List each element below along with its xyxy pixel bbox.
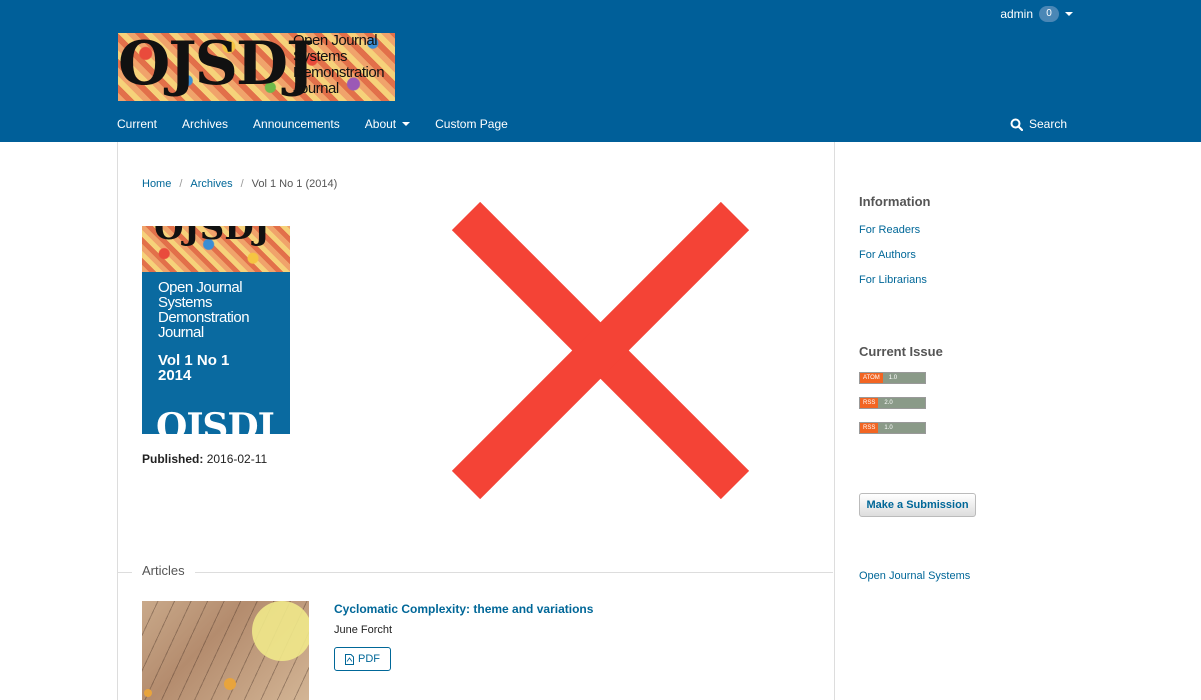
file-pdf-icon <box>345 653 354 665</box>
breadcrumb: Home / Archives / Vol 1 No 1 (2014) <box>142 178 337 190</box>
logo-text-line: Journal <box>293 80 339 97</box>
for-readers-link[interactable]: For Readers <box>859 224 920 236</box>
map-highlight <box>252 601 309 661</box>
pdf-label: PDF <box>358 653 380 665</box>
rss2-feed-link[interactable]: RSS 2.0 <box>859 397 926 409</box>
cover-volume: Vol 1 No 1 2014 <box>158 353 229 383</box>
search-label: Search <box>1028 117 1067 131</box>
information-heading: Information <box>859 194 931 209</box>
nav-item-about[interactable]: About <box>364 117 411 131</box>
logo-mark: OJSDJ <box>118 33 314 99</box>
main-navigation: Current Archives Announcements About Cus… <box>117 117 508 131</box>
breadcrumb-separator: / <box>179 178 183 190</box>
search-link[interactable]: Search <box>1010 117 1067 131</box>
published-info: Published: 2016-02-11 <box>142 452 267 466</box>
cover-top-mark: OJSDJ <box>154 226 270 248</box>
map-marker <box>144 689 152 697</box>
article-cover-image[interactable] <box>142 601 309 700</box>
close-x-overlay-icon <box>452 202 749 499</box>
breadcrumb-archives[interactable]: Archives <box>190 178 232 190</box>
logo-text-line: Demonstration <box>293 64 385 81</box>
chevron-down-icon[interactable] <box>1065 12 1073 16</box>
feed-version: 2.0 <box>878 398 925 408</box>
logo-text: Open Journal Systems Demonstration Journ… <box>293 33 385 97</box>
cover-volume-line: Vol 1 No 1 <box>158 352 230 369</box>
published-date: 2016-02-11 <box>206 452 268 466</box>
rss1-feed-link[interactable]: RSS 1.0 <box>859 422 926 434</box>
cover-title-line: Demonstration <box>158 309 250 326</box>
feed-version: 1.0 <box>882 373 925 383</box>
cover-bottom-mark: OJSDJ <box>156 406 275 434</box>
user-menu[interactable]: admin 0 <box>1000 6 1073 22</box>
feed-type: RSS <box>860 423 879 433</box>
feed-version: 1.0 <box>878 423 925 433</box>
for-librarians-link[interactable]: For Librarians <box>859 274 927 286</box>
logo-text-line: Open Journal <box>293 33 378 49</box>
cover-title-line: Systems <box>158 294 213 311</box>
feed-type: RSS <box>860 398 879 408</box>
article-author: June Forcht <box>334 624 393 636</box>
cover-title-line: Journal <box>158 324 204 341</box>
cover-title-line: Open Journal <box>158 279 243 296</box>
nav-item-archives[interactable]: Archives <box>182 117 228 131</box>
nav-item-current[interactable]: Current <box>117 117 157 131</box>
issue-cover-image[interactable]: OJSDJ Open Journal Systems Demonstration… <box>142 226 290 434</box>
breadcrumb-separator: / <box>240 178 244 190</box>
pdf-galley-button[interactable]: PDF <box>334 647 391 671</box>
current-issue-heading: Current Issue <box>859 344 943 359</box>
breadcrumb-current: Vol 1 No 1 (2014) <box>251 178 338 190</box>
nav-item-about-label: About <box>364 117 397 131</box>
journal-logo[interactable]: OJSDJ Open Journal Systems Demonstration… <box>118 33 395 101</box>
open-journal-systems-link[interactable]: Open Journal Systems <box>859 570 970 582</box>
section-divider <box>117 572 833 573</box>
nav-item-custom-page[interactable]: Custom Page <box>435 117 508 131</box>
notification-badge[interactable]: 0 <box>1039 6 1059 22</box>
map-marker <box>224 678 236 690</box>
article-title-link[interactable]: Cyclomatic Complexity: theme and variati… <box>334 602 593 616</box>
breadcrumb-home[interactable]: Home <box>142 178 171 190</box>
chevron-down-icon <box>402 122 411 126</box>
cover-volume-line: 2014 <box>158 367 192 384</box>
make-submission-button[interactable]: Make a Submission <box>859 493 976 517</box>
username[interactable]: admin <box>1000 7 1033 21</box>
for-authors-link[interactable]: For Authors <box>859 249 916 261</box>
site-header: admin 0 OJSDJ Open Journal Systems Demon… <box>0 0 1201 142</box>
logo-text-line: Systems <box>293 48 348 65</box>
published-label: Published: <box>142 452 204 466</box>
articles-section-heading: Articles <box>132 563 195 578</box>
nav-item-announcements[interactable]: Announcements <box>253 117 340 131</box>
atom-feed-link[interactable]: ATOM 1.0 <box>859 372 926 384</box>
cover-pattern: OJSDJ <box>142 226 290 272</box>
search-icon <box>1010 118 1023 131</box>
cover-title: Open Journal Systems Demonstration Journ… <box>158 279 250 341</box>
feed-type: ATOM <box>860 373 883 383</box>
